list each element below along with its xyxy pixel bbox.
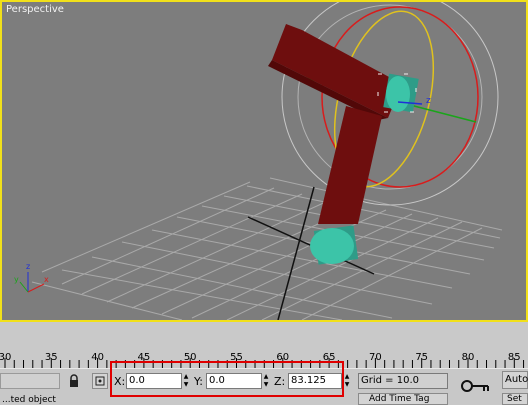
- ruler-tick-label: 70: [369, 352, 382, 363]
- add-time-tag-button[interactable]: Add Time Tag: [358, 393, 448, 405]
- y-coordinate-field[interactable]: 0.0: [206, 373, 262, 389]
- ruler-tick-label: 40: [91, 352, 104, 363]
- x-label: X:: [114, 375, 126, 388]
- tripod-x-label: x: [44, 275, 49, 284]
- tripod-y-label: y: [14, 275, 19, 284]
- perspective-viewport[interactable]: Perspective z z x y: [0, 0, 528, 322]
- timeline-ruler[interactable]: 30 35 40 45 50 55 60 65 70 75 80 85: [0, 322, 528, 368]
- ruler-tick-label: 85: [507, 352, 521, 363]
- ruler-tick-label: 65: [322, 352, 336, 363]
- grid-size-display: Grid = 10.0: [358, 373, 448, 389]
- ruler-tick-label: 60: [276, 352, 290, 363]
- y-label: Y:: [194, 375, 203, 388]
- x-coordinate-field[interactable]: 0.0: [126, 373, 182, 389]
- tripod-z-label: z: [26, 262, 31, 271]
- ruler-tick-label: 80: [461, 352, 475, 363]
- gizmo-z-label: z: [426, 96, 431, 106]
- set-key-button[interactable]: Set: [502, 393, 528, 405]
- auto-key-button[interactable]: Auto: [502, 371, 528, 389]
- status-bar: X: 0.0 ▲ ▼ Y: 0.0 ▲ ▼ Z: 83.125 ▲ ▼ Grid = …: [0, 368, 528, 405]
- ruler-tick-label: 55: [230, 352, 243, 363]
- selection-info-field: [0, 373, 60, 389]
- selection-status-text: ...ted object: [2, 395, 56, 405]
- lock-icon[interactable]: [66, 373, 82, 389]
- lower-cylinder-object[interactable]: [310, 225, 359, 265]
- z-spinner[interactable]: ▲ ▼: [344, 373, 350, 389]
- absolute-mode-icon[interactable]: [92, 373, 108, 389]
- viewport-scene: [19, 2, 503, 320]
- ruler-tick-label: 75: [415, 352, 429, 363]
- ground-grid: [31, 177, 503, 320]
- ruler-tick-label: 30: [0, 352, 12, 363]
- ruler-tick-label: 50: [183, 352, 197, 363]
- ruler-tick-label: 35: [44, 352, 58, 363]
- key-icon[interactable]: [456, 371, 496, 401]
- ruler-ticks: [4, 358, 525, 368]
- ruler-tick-label: 45: [137, 352, 151, 363]
- y-spinner[interactable]: ▲ ▼: [263, 373, 269, 389]
- x-spinner[interactable]: ▲ ▼: [183, 373, 189, 389]
- z-label: Z:: [274, 375, 286, 388]
- z-coordinate-field[interactable]: 83.125: [288, 373, 342, 389]
- viewport-label[interactable]: Perspective: [6, 4, 64, 15]
